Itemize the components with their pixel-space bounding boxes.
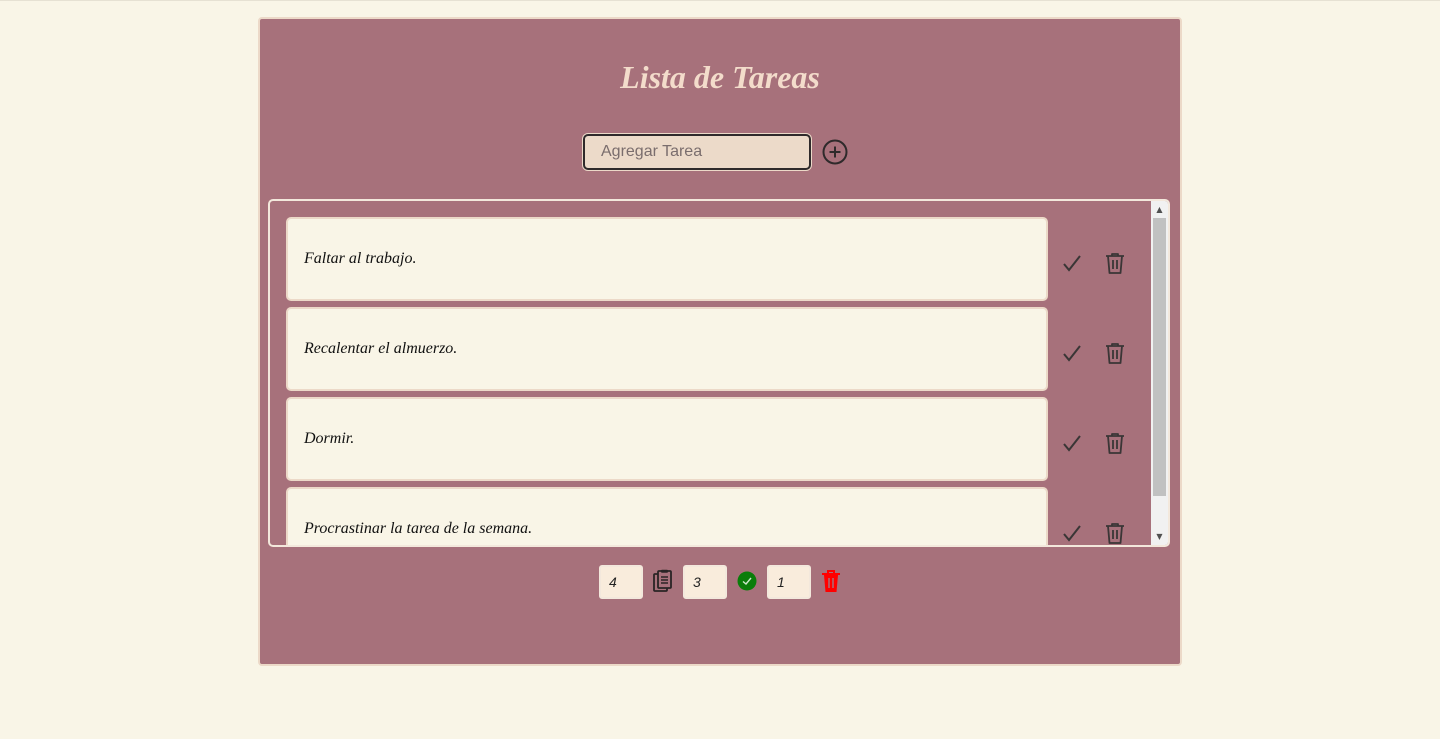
todo-card: Lista de Tareas Faltar al trabajo. bbox=[258, 17, 1182, 666]
complete-task-button[interactable] bbox=[1060, 521, 1084, 545]
task-item: Recalentar el almuerzo. bbox=[286, 307, 1152, 397]
task-list[interactable]: Faltar al trabajo. Recalentar el almuerz… bbox=[268, 199, 1170, 547]
completed-tasks-counter bbox=[683, 565, 727, 599]
check-icon bbox=[1063, 525, 1081, 542]
check-circle-icon bbox=[737, 571, 757, 596]
total-tasks-counter bbox=[599, 565, 643, 599]
trash-icon bbox=[1106, 433, 1124, 454]
plus-circle-icon bbox=[822, 139, 848, 165]
add-task-button[interactable] bbox=[822, 139, 848, 165]
task-text: Dormir. bbox=[286, 397, 1048, 481]
task-item: Dormir. bbox=[286, 397, 1152, 487]
top-divider bbox=[0, 0, 1440, 1]
deleted-tasks-counter bbox=[767, 565, 811, 599]
clipboard-icon bbox=[652, 569, 674, 598]
complete-task-button[interactable] bbox=[1060, 431, 1084, 455]
check-icon bbox=[1063, 435, 1081, 452]
scroll-up-arrow[interactable]: ▲ bbox=[1151, 201, 1168, 218]
check-icon bbox=[1063, 255, 1081, 272]
scroll-down-arrow[interactable]: ▼ bbox=[1151, 528, 1168, 545]
task-text: Faltar al trabajo. bbox=[286, 217, 1048, 301]
list-scrollbar[interactable]: ▲ ▼ bbox=[1151, 201, 1168, 545]
trash-icon bbox=[1106, 523, 1124, 544]
trash-icon bbox=[1106, 343, 1124, 364]
complete-task-button[interactable] bbox=[1060, 341, 1084, 365]
trash-icon bbox=[820, 569, 842, 598]
delete-task-button[interactable] bbox=[1103, 521, 1127, 545]
complete-task-button[interactable] bbox=[1060, 251, 1084, 275]
delete-task-button[interactable] bbox=[1103, 341, 1127, 365]
check-icon bbox=[1063, 345, 1081, 362]
scroll-thumb[interactable] bbox=[1153, 218, 1166, 496]
trash-icon bbox=[1106, 253, 1124, 274]
delete-task-button[interactable] bbox=[1103, 431, 1127, 455]
task-item: Procrastinar la tarea de la semana. bbox=[286, 487, 1152, 545]
page-title: Lista de Tareas bbox=[620, 59, 820, 95]
delete-task-button[interactable] bbox=[1103, 251, 1127, 275]
task-text: Recalentar el almuerzo. bbox=[286, 307, 1048, 391]
task-item: Faltar al trabajo. bbox=[286, 217, 1152, 307]
task-input[interactable] bbox=[583, 134, 811, 170]
task-text: Procrastinar la tarea de la semana. bbox=[286, 487, 1048, 545]
